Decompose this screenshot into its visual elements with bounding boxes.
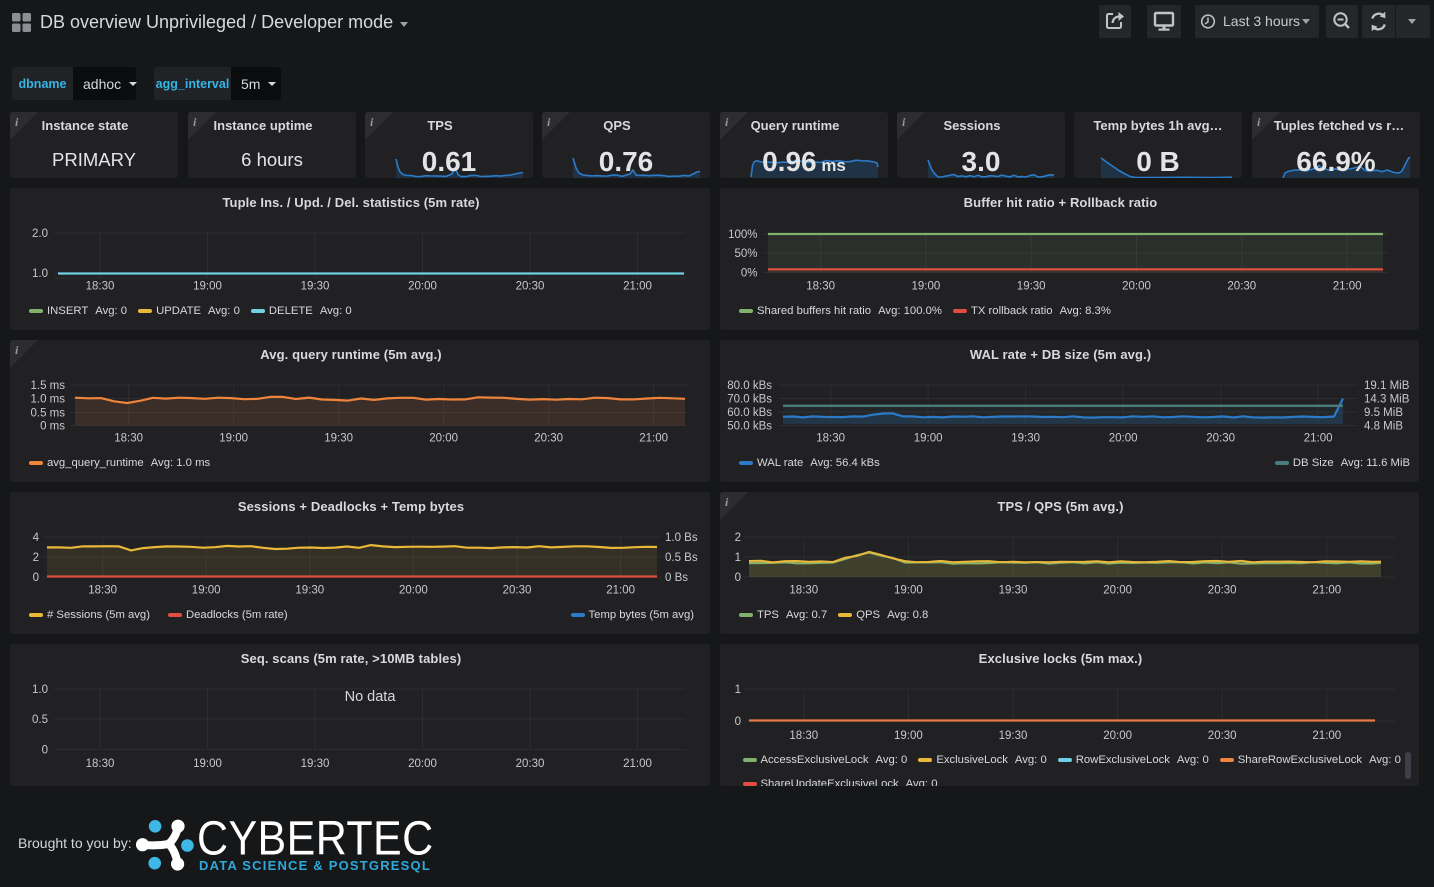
- svg-text:19:00: 19:00: [192, 585, 221, 597]
- svg-text:20:00: 20:00: [1103, 730, 1132, 742]
- svg-text:0%: 0%: [741, 268, 758, 280]
- svg-text:20:00: 20:00: [1103, 585, 1132, 597]
- svg-text:1.0: 1.0: [32, 684, 48, 696]
- svg-text:0: 0: [33, 572, 39, 584]
- svg-text:20:30: 20:30: [1227, 281, 1256, 293]
- svg-text:19:00: 19:00: [894, 585, 923, 597]
- svg-text:19:30: 19:30: [999, 730, 1028, 742]
- svg-text:21:00: 21:00: [1333, 281, 1362, 293]
- svg-text:100%: 100%: [728, 229, 757, 241]
- svg-text:19:30: 19:30: [295, 585, 324, 597]
- svg-text:20:30: 20:30: [1208, 730, 1237, 742]
- svg-text:18:30: 18:30: [806, 281, 835, 293]
- svg-text:20:00: 20:00: [1109, 433, 1138, 445]
- svg-text:19:30: 19:30: [999, 585, 1028, 597]
- svg-text:18:30: 18:30: [86, 758, 115, 770]
- svg-text:2: 2: [33, 552, 39, 564]
- svg-text:20:30: 20:30: [516, 281, 545, 293]
- svg-text:20:30: 20:30: [516, 758, 545, 770]
- svg-text:18:30: 18:30: [88, 585, 117, 597]
- svg-text:20:00: 20:00: [429, 433, 458, 445]
- svg-text:18:30: 18:30: [789, 730, 818, 742]
- svg-text:0: 0: [735, 572, 741, 584]
- svg-text:0: 0: [42, 745, 48, 757]
- svg-text:1.0 ms: 1.0 ms: [30, 394, 65, 406]
- svg-text:21:00: 21:00: [623, 758, 652, 770]
- svg-text:20:30: 20:30: [1208, 585, 1237, 597]
- svg-text:19:00: 19:00: [894, 730, 923, 742]
- svg-text:50%: 50%: [734, 248, 757, 260]
- svg-text:80.0 kBs: 80.0 kBs: [727, 380, 772, 392]
- svg-text:19:00: 19:00: [193, 281, 222, 293]
- svg-text:No data: No data: [345, 689, 397, 705]
- svg-text:0.5 Bs: 0.5 Bs: [665, 552, 698, 564]
- svg-text:1: 1: [735, 684, 741, 696]
- svg-text:20:30: 20:30: [503, 585, 532, 597]
- svg-text:21:00: 21:00: [1312, 585, 1341, 597]
- svg-text:2.0: 2.0: [32, 228, 48, 240]
- svg-text:21:00: 21:00: [1312, 730, 1341, 742]
- svg-text:20:00: 20:00: [1122, 281, 1151, 293]
- svg-text:0.5 ms: 0.5 ms: [30, 408, 65, 420]
- svg-text:4: 4: [33, 532, 40, 544]
- svg-text:18:30: 18:30: [816, 433, 845, 445]
- svg-text:20:30: 20:30: [1206, 433, 1235, 445]
- svg-text:9.5 MiB: 9.5 MiB: [1364, 407, 1403, 419]
- svg-text:60.0 kBs: 60.0 kBs: [727, 407, 772, 419]
- svg-text:19:30: 19:30: [301, 758, 330, 770]
- svg-text:19:30: 19:30: [301, 281, 330, 293]
- svg-text:19:00: 19:00: [219, 433, 248, 445]
- svg-text:19:00: 19:00: [912, 281, 941, 293]
- svg-text:21:00: 21:00: [623, 281, 652, 293]
- svg-text:18:30: 18:30: [114, 433, 143, 445]
- svg-text:21:00: 21:00: [606, 585, 635, 597]
- svg-text:0: 0: [735, 716, 741, 728]
- svg-text:70.0 kBs: 70.0 kBs: [727, 394, 772, 406]
- svg-text:19.1 MiB: 19.1 MiB: [1364, 380, 1410, 392]
- svg-text:19:00: 19:00: [914, 433, 943, 445]
- svg-text:19:30: 19:30: [1017, 281, 1046, 293]
- svg-text:18:30: 18:30: [86, 281, 115, 293]
- svg-text:20:00: 20:00: [408, 281, 437, 293]
- svg-text:1.0: 1.0: [32, 268, 48, 280]
- svg-text:1: 1: [735, 552, 741, 564]
- svg-text:4.8 MiB: 4.8 MiB: [1364, 421, 1403, 433]
- svg-text:14.3 MiB: 14.3 MiB: [1364, 394, 1410, 406]
- svg-text:21:00: 21:00: [639, 433, 668, 445]
- svg-text:21:00: 21:00: [1304, 433, 1333, 445]
- svg-text:20:30: 20:30: [534, 433, 563, 445]
- svg-text:19:30: 19:30: [324, 433, 353, 445]
- svg-text:19:00: 19:00: [193, 758, 222, 770]
- svg-text:20:00: 20:00: [399, 585, 428, 597]
- svg-text:1.5 ms: 1.5 ms: [30, 380, 65, 392]
- svg-text:2: 2: [735, 532, 741, 544]
- svg-text:19:30: 19:30: [1011, 433, 1040, 445]
- svg-text:0 ms: 0 ms: [40, 421, 65, 433]
- svg-text:0.5: 0.5: [32, 714, 48, 726]
- svg-text:1.0 Bs: 1.0 Bs: [665, 532, 698, 544]
- svg-text:18:30: 18:30: [789, 585, 818, 597]
- svg-text:50.0 kBs: 50.0 kBs: [727, 421, 772, 433]
- svg-text:0 Bs: 0 Bs: [665, 572, 688, 584]
- svg-text:20:00: 20:00: [408, 758, 437, 770]
